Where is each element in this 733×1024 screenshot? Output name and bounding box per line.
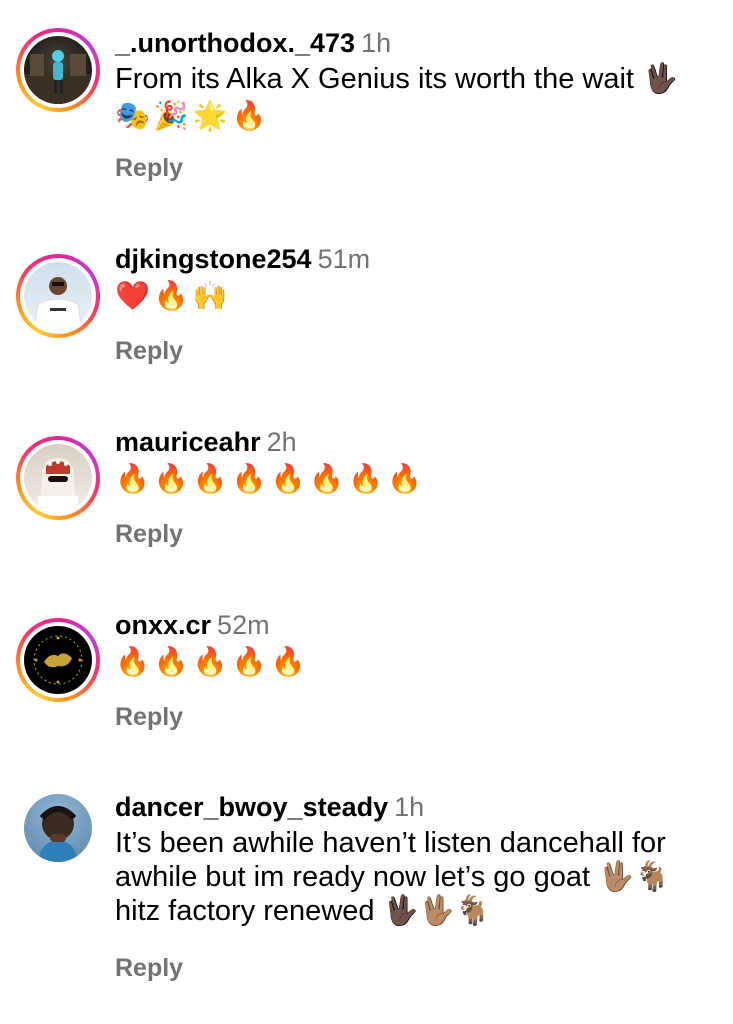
comment-meta: _.unorthodox._473 1h: [115, 26, 713, 60]
avatar[interactable]: [24, 262, 92, 330]
timestamp: 1h: [361, 28, 392, 58]
avatar-story-ring[interactable]: [16, 618, 100, 702]
avatar[interactable]: [24, 794, 92, 862]
avatar-story-ring[interactable]: [16, 28, 100, 112]
reply-button[interactable]: Reply: [115, 520, 183, 549]
comment-meta: djkingstone254 51m: [115, 242, 713, 276]
comment-text: 🔥🔥🔥🔥🔥🔥🔥🔥: [115, 462, 426, 495]
timestamp: 52m: [217, 610, 270, 640]
comment-meta: dancer_bwoy_steady 1h: [115, 790, 713, 824]
comment-text: It’s been awhile haven’t listen dancehal…: [115, 827, 671, 927]
reply-button[interactable]: Reply: [115, 954, 183, 983]
comment-text: 🔥🔥🔥🔥🔥: [115, 645, 310, 678]
comment-meta: onxx.cr 52m: [115, 608, 713, 642]
comments-feed: _.unorthodox._473 1h From its Alka X Geni…: [0, 0, 733, 1024]
comment-text: ❤️🔥🙌: [115, 279, 232, 312]
username-link[interactable]: dancer_bwoy_steady: [115, 792, 388, 822]
avatar-photo-icon: [38, 806, 78, 862]
username-link[interactable]: mauriceahr: [115, 427, 261, 457]
avatar-photo-icon: [38, 458, 78, 512]
username-link[interactable]: onxx.cr: [115, 610, 211, 640]
reply-button[interactable]: Reply: [115, 154, 183, 183]
timestamp: 1h: [394, 792, 425, 822]
timestamp: 2h: [266, 427, 297, 457]
username-link[interactable]: djkingstone254: [115, 244, 312, 274]
username-link[interactable]: _.unorthodox._473: [115, 28, 355, 58]
comment-text: From its Alka X Genius its worth the wai…: [115, 63, 679, 95]
comment-meta: mauriceahr 2h: [115, 425, 713, 459]
avatar-photo-icon: [33, 277, 83, 330]
reply-button[interactable]: Reply: [115, 337, 183, 366]
reply-button[interactable]: Reply: [115, 703, 183, 732]
avatar[interactable]: [24, 36, 92, 104]
avatar-story-ring[interactable]: [16, 254, 100, 338]
avatar-story-ring[interactable]: [16, 436, 100, 520]
avatar-photo-icon: [24, 50, 92, 104]
brand-logo-icon: [28, 630, 88, 690]
avatar[interactable]: [24, 444, 92, 512]
avatar[interactable]: [24, 626, 92, 694]
comment-text-continued: 🎭🎉🌟🔥: [115, 99, 271, 132]
timestamp: 51m: [317, 244, 371, 274]
